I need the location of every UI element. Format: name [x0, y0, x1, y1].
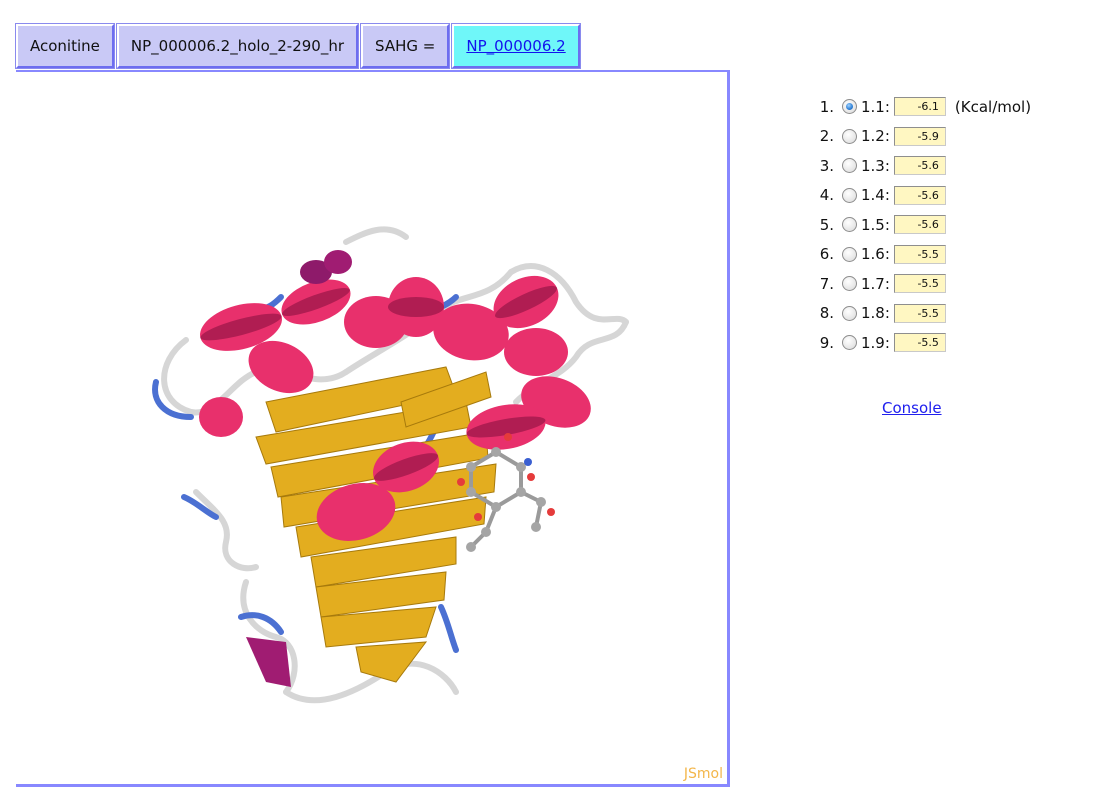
model-id: 1.9:: [861, 333, 890, 352]
row-number: 7.: [819, 274, 834, 293]
score-value: -5.9: [893, 126, 946, 146]
jsmol-brand-label: JSmol: [683, 766, 723, 782]
score-row: 7. 1.7: -5.5: [812, 269, 1031, 299]
tab-structure[interactable]: NP_000006.2_holo_2-290_hr: [115, 23, 360, 69]
score-value: -5.5: [893, 333, 946, 353]
model-id: 1.7:: [861, 274, 890, 293]
score-row: 9. 1.9: -5.5: [812, 328, 1031, 358]
model-id: 1.2:: [861, 127, 890, 146]
model-radio[interactable]: [842, 99, 857, 115]
np-link[interactable]: NP_000006.2: [466, 37, 565, 55]
score-value: -5.5: [893, 244, 946, 264]
row-number: 6.: [819, 245, 834, 264]
row-number: 8.: [819, 304, 834, 323]
score-value: -6.1: [893, 97, 946, 117]
model-radio[interactable]: [842, 158, 857, 174]
model-radio[interactable]: [842, 187, 857, 203]
tab-sahg[interactable]: SAHG =: [360, 23, 451, 69]
row-number: 3.: [819, 156, 834, 175]
row-number: 5.: [819, 215, 834, 234]
jsmol-viewer[interactable]: JSmol: [16, 70, 730, 787]
model-radio[interactable]: [842, 246, 857, 262]
protein-structure-render[interactable]: [16, 72, 730, 787]
model-radio[interactable]: [842, 276, 857, 292]
tab-structure-label: NP_000006.2_holo_2-290_hr: [130, 37, 345, 55]
model-id: 1.1:: [861, 97, 890, 116]
model-id: 1.3:: [861, 156, 890, 175]
model-id: 1.4:: [861, 186, 890, 205]
row-number: 1.: [819, 97, 834, 116]
score-value: -5.6: [893, 215, 946, 235]
score-value: -5.5: [893, 274, 946, 294]
score-unit: (Kcal/mol): [954, 97, 1032, 116]
console-link[interactable]: Console: [882, 399, 942, 417]
model-radio[interactable]: [842, 128, 857, 144]
tab-ligand-label: Aconitine: [30, 37, 100, 55]
score-row: 3. 1.3: -5.6: [812, 151, 1031, 181]
docking-score-list: 1. 1.1: -6.1 (Kcal/mol) 2. 1.2: -5.9 3. …: [812, 92, 1031, 358]
row-number: 2.: [819, 127, 834, 146]
model-id: 1.6:: [861, 245, 890, 264]
score-value: -5.6: [893, 156, 946, 176]
score-row: 6. 1.6: -5.5: [812, 240, 1031, 270]
model-id: 1.5:: [861, 215, 890, 234]
tab-ligand[interactable]: Aconitine: [15, 23, 115, 69]
row-number: 4.: [819, 186, 834, 205]
score-row: 4. 1.4: -5.6: [812, 181, 1031, 211]
score-value: -5.5: [893, 303, 946, 323]
score-row: 5. 1.5: -5.6: [812, 210, 1031, 240]
model-radio[interactable]: [842, 305, 857, 321]
score-row: 1. 1.1: -6.1 (Kcal/mol): [812, 92, 1031, 122]
tab-bar: Aconitine NP_000006.2_holo_2-290_hr SAHG…: [15, 23, 581, 70]
tab-sahg-label: SAHG =: [375, 37, 436, 55]
tab-np-link[interactable]: NP_000006.2: [451, 23, 581, 69]
model-id: 1.8:: [861, 304, 890, 323]
score-row: 8. 1.8: -5.5: [812, 299, 1031, 329]
model-radio[interactable]: [842, 335, 857, 351]
model-radio[interactable]: [842, 217, 857, 233]
row-number: 9.: [819, 333, 834, 352]
score-row: 2. 1.2: -5.9: [812, 122, 1031, 152]
score-value: -5.6: [893, 185, 946, 205]
